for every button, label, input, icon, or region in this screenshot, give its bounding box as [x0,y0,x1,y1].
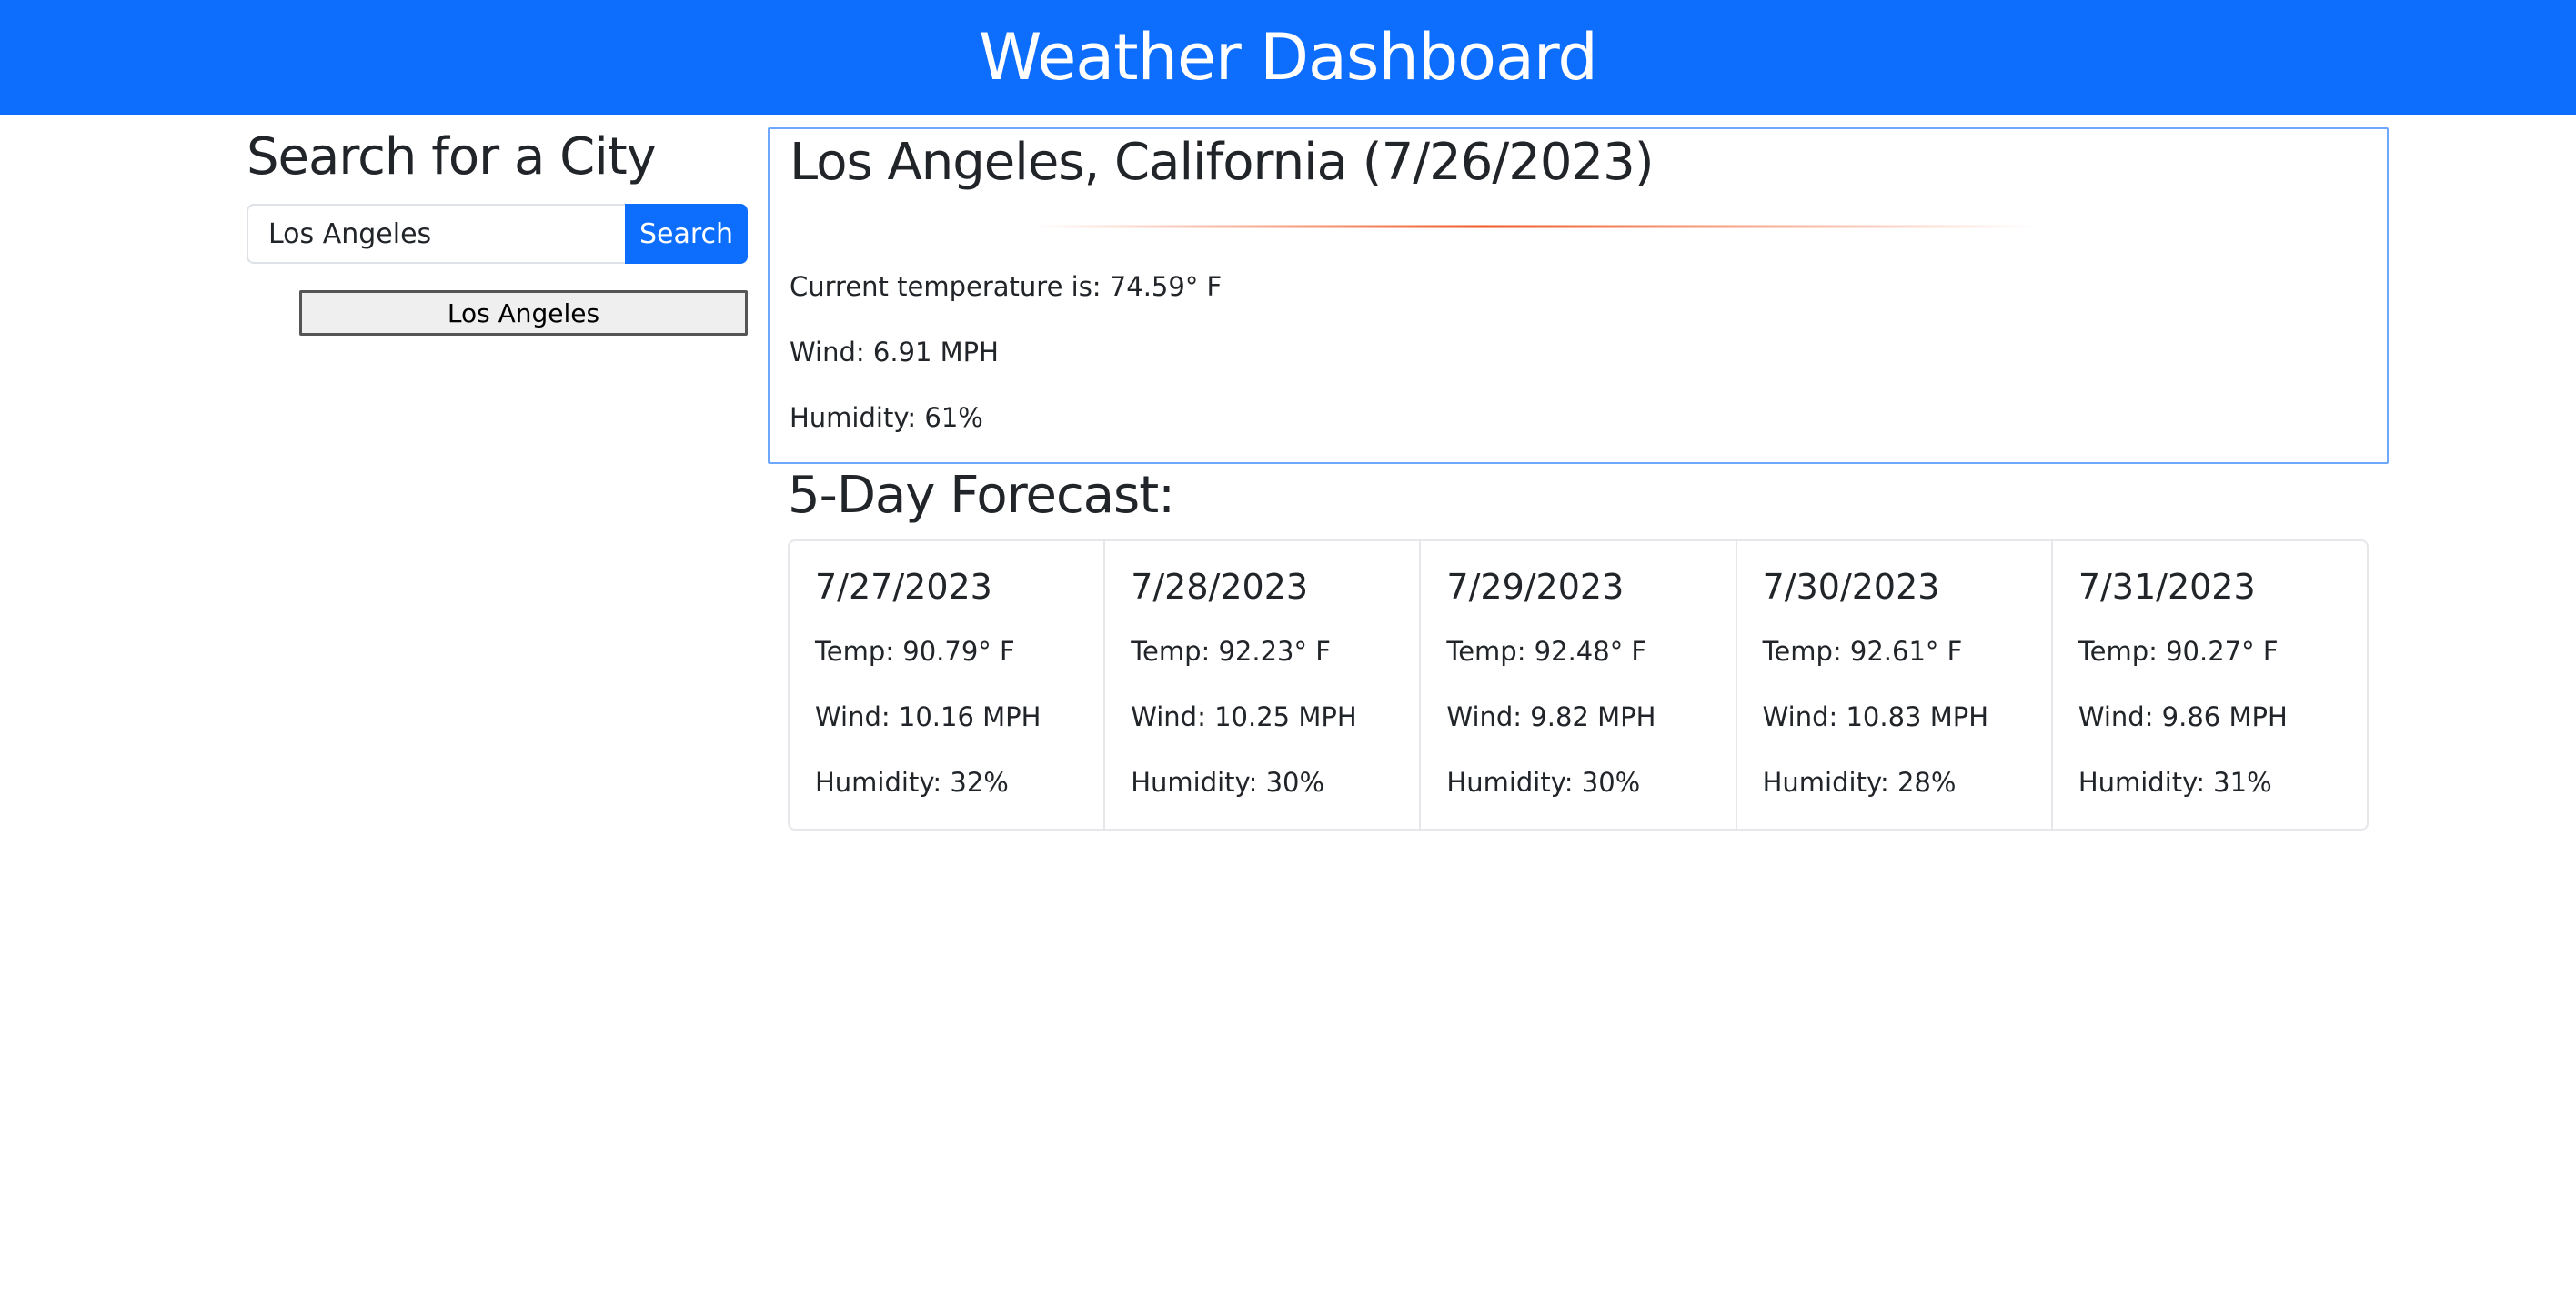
forecast-temp: Temp: 92.48° F [1446,636,1647,667]
forecast-wind: Wind: 10.25 MPH [1131,701,1357,732]
forecast-humidity: Humidity: 32% [815,767,1009,798]
forecast-temp: Temp: 90.79° F [815,636,1015,667]
forecast-temp: Temp: 92.23° F [1131,636,1331,667]
forecast-card: 7/29/2023 Temp: 92.48° F Wind: 9.82 MPH … [1421,541,1737,829]
forecast-temp: Temp: 92.61° F [1762,636,1963,667]
page-header: Weather Dashboard [0,0,2576,115]
forecast-card: 7/31/2023 Temp: 90.27° F Wind: 9.86 MPH … [2053,541,2367,829]
current-city-title: Los Angeles, California (7/26/2023) [790,133,1655,192]
current-weather-card: Los Angeles, California (7/26/2023) Curr… [768,127,2389,464]
forecast-date: 7/30/2023 [1762,567,1940,607]
search-button[interactable]: Search [625,204,748,264]
forecast-temp: Temp: 90.27° F [2078,636,2279,667]
forecast-wind: Wind: 10.83 MPH [1762,701,1989,732]
forecast-cards: 7/27/2023 Temp: 90.79° F Wind: 10.16 MPH… [788,539,2369,831]
forecast-heading: 5-Day Forecast: [788,466,1175,525]
forecast-humidity: Humidity: 31% [2078,767,2272,798]
forecast-wind: Wind: 10.16 MPH [815,701,1041,732]
page-title: Weather Dashboard [979,20,1598,95]
search-form: Search [247,204,748,264]
forecast-wind: Wind: 9.86 MPH [2078,701,2288,732]
forecast-card: 7/27/2023 Temp: 90.79° F Wind: 10.16 MPH… [790,541,1106,829]
forecast-date: 7/28/2023 [1131,567,1309,607]
forecast-card: 7/28/2023 Temp: 92.23° F Wind: 10.25 MPH… [1105,541,1422,829]
current-wind: Wind: 6.91 MPH [790,337,999,368]
forecast-date: 7/27/2023 [815,567,992,607]
current-temperature: Current temperature is: 74.59° F [790,271,1223,302]
current-humidity: Humidity: 61% [790,402,983,433]
search-heading: Search for a City [247,127,657,186]
forecast-wind: Wind: 9.82 MPH [1446,701,1656,732]
forecast-humidity: Humidity: 30% [1446,767,1641,798]
forecast-date: 7/29/2023 [1446,567,1625,607]
city-search-input[interactable] [247,204,625,264]
forecast-date: 7/31/2023 [2078,567,2256,607]
forecast-humidity: Humidity: 28% [1762,767,1957,798]
history-button-los-angeles[interactable]: Los Angeles [299,290,748,336]
forecast-card: 7/30/2023 Temp: 92.61° F Wind: 10.83 MPH… [1737,541,2053,829]
forecast-humidity: Humidity: 30% [1131,767,1325,798]
weather-icon [1033,225,2034,228]
